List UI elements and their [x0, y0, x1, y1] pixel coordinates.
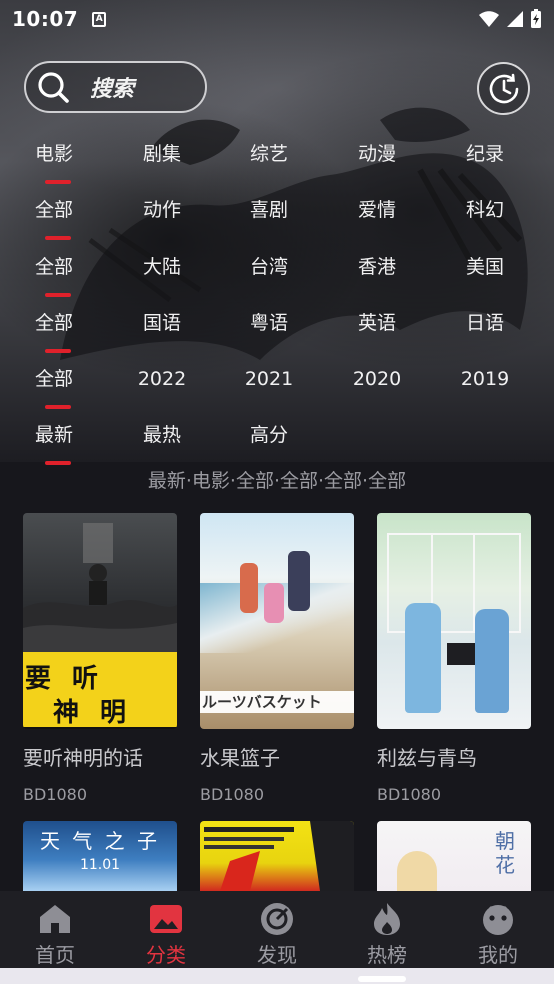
- video-poster: 朝 花: [377, 821, 531, 891]
- filter-region-hongkong[interactable]: 香港: [337, 247, 417, 287]
- filter-language-mandarin[interactable]: 国语: [122, 303, 202, 343]
- quality-badge: BD1080: [200, 785, 265, 804]
- history-button[interactable]: [477, 62, 530, 115]
- status-bar: 10:07 A: [0, 0, 554, 38]
- filter-region-taiwan[interactable]: 台湾: [229, 247, 309, 287]
- filter-year-all[interactable]: 全部: [14, 359, 94, 409]
- nav-home[interactable]: 首页: [0, 901, 110, 968]
- filter-type-documentary[interactable]: 纪录: [445, 134, 525, 174]
- poster-art: [204, 821, 354, 891]
- status-icons: [478, 9, 542, 29]
- filter-row-region: 全部 大陆 台湾 香港 美国: [0, 247, 554, 297]
- filter-language-all[interactable]: 全部: [14, 303, 94, 353]
- video-title: 水果篮子: [200, 746, 280, 770]
- nav-category[interactable]: 分类: [111, 901, 221, 968]
- filter-genre-scifi[interactable]: 科幻: [445, 190, 525, 230]
- filter-row-sort: 最新 最热 高分: [0, 415, 554, 465]
- nav-hotlist[interactable]: 热榜: [332, 901, 442, 968]
- video-poster: ルーツバスケット: [200, 513, 354, 729]
- discover-icon: [258, 901, 296, 937]
- poster-title-band: 要 听 神 明 的 话: [23, 652, 177, 728]
- video-card[interactable]: [200, 821, 354, 891]
- search-box[interactable]: 搜索: [24, 61, 207, 113]
- video-poster: [200, 821, 354, 891]
- nav-discover-label: 发现: [257, 943, 297, 967]
- search-label: 搜索: [90, 77, 135, 102]
- filter-region-mainland[interactable]: 大陆: [122, 247, 202, 287]
- video-poster: 要 听 神 明 的 话: [23, 513, 177, 729]
- status-time: 10:07: [12, 7, 79, 31]
- filter-genre-action[interactable]: 动作: [122, 190, 202, 230]
- poster-title-line2: 神 明 的 话: [53, 698, 133, 728]
- nav-hotlist-label: 热榜: [367, 943, 407, 967]
- nav-home-label: 首页: [35, 943, 75, 967]
- filter-row-year: 全部 2022 2021 2020 2019: [0, 359, 554, 409]
- filter-genre-romance[interactable]: 爱情: [337, 190, 417, 230]
- filter-type-movie[interactable]: 电影: [14, 134, 94, 184]
- filter-type-series[interactable]: 剧集: [122, 134, 202, 174]
- nav-profile[interactable]: 我的: [443, 901, 553, 968]
- filter-type-anime[interactable]: 动漫: [337, 134, 417, 174]
- poster-logo: ルーツバスケット: [200, 691, 354, 713]
- poster-figure: [288, 551, 310, 611]
- video-poster: 天 气 之 子 11.01: [23, 821, 177, 891]
- filter-year-2019[interactable]: 2019: [445, 359, 525, 399]
- category-icon: [147, 901, 185, 937]
- poster-figure: [240, 563, 258, 613]
- filter-sort-top-rated[interactable]: 高分: [229, 415, 309, 455]
- poster-music-stand: [447, 643, 475, 665]
- poster-title: 朝 花: [495, 829, 515, 877]
- poster-figure: [264, 583, 284, 623]
- gesture-handle[interactable]: [358, 976, 406, 982]
- quality-badge: BD1080: [377, 785, 442, 804]
- filter-type-variety[interactable]: 综艺: [229, 134, 309, 174]
- wifi-icon: [479, 11, 499, 27]
- filter-sort-hottest[interactable]: 最热: [122, 415, 202, 455]
- video-title: 要听神明的话: [23, 746, 143, 770]
- filter-language-japanese[interactable]: 日语: [445, 303, 525, 343]
- filter-sort-latest[interactable]: 最新: [14, 415, 94, 465]
- poster-date: 11.01: [79, 857, 121, 873]
- filter-row-language: 全部 国语 粤语 英语 日语: [0, 303, 554, 353]
- filter-region-usa[interactable]: 美国: [445, 247, 525, 287]
- accessibility-icon: A: [92, 11, 107, 27]
- poster-figure: [405, 603, 441, 713]
- video-poster: [377, 513, 531, 729]
- filter-row-type: 电影 剧集 综艺 动漫 纪录: [0, 134, 554, 184]
- filter-genre-comedy[interactable]: 喜剧: [229, 190, 309, 230]
- filter-language-cantonese[interactable]: 粤语: [229, 303, 309, 343]
- profile-icon: [479, 901, 517, 937]
- filter-language-english[interactable]: 英语: [337, 303, 417, 343]
- nav-discover[interactable]: 发现: [222, 901, 332, 968]
- nav-category-label: 分类: [146, 943, 186, 967]
- fire-icon: [368, 901, 406, 937]
- filter-year-2022[interactable]: 2022: [122, 359, 202, 399]
- video-card[interactable]: 天 气 之 子 11.01: [23, 821, 177, 891]
- quality-badge: BD1080: [23, 785, 88, 804]
- poster-figure: [475, 609, 509, 713]
- video-card[interactable]: 朝 花: [377, 821, 531, 891]
- filter-year-2021[interactable]: 2021: [229, 359, 309, 399]
- filter-genre-all[interactable]: 全部: [14, 190, 94, 240]
- system-gesture-area: [0, 968, 554, 984]
- filter-region-all[interactable]: 全部: [14, 247, 94, 297]
- poster-title-line1: 要 听: [25, 664, 105, 694]
- poster-crowd-art: [23, 523, 177, 653]
- home-icon: [36, 901, 74, 937]
- filter-year-2020[interactable]: 2020: [337, 359, 417, 399]
- battery-icon: [531, 9, 541, 28]
- filter-row-genre: 全部 动作 喜剧 爱情 科幻: [0, 190, 554, 240]
- search-icon: [38, 72, 69, 103]
- video-card[interactable]: ルーツバスケット 水果篮子 BD1080: [200, 513, 354, 804]
- poster-title: 天 气 之 子: [39, 829, 161, 853]
- signal-icon: [507, 11, 523, 27]
- filter-breadcrumb: 最新·电影·全部·全部·全部·全部: [147, 470, 407, 492]
- video-card[interactable]: 利兹与青鸟 BD1080: [377, 513, 531, 804]
- nav-profile-label: 我的: [478, 943, 518, 967]
- history-clock-icon: [489, 73, 518, 103]
- video-title: 利兹与青鸟: [377, 746, 477, 770]
- poster-figure: [397, 851, 437, 891]
- video-card[interactable]: 要 听 神 明 的 话 要听神明的话 BD1080: [23, 513, 177, 804]
